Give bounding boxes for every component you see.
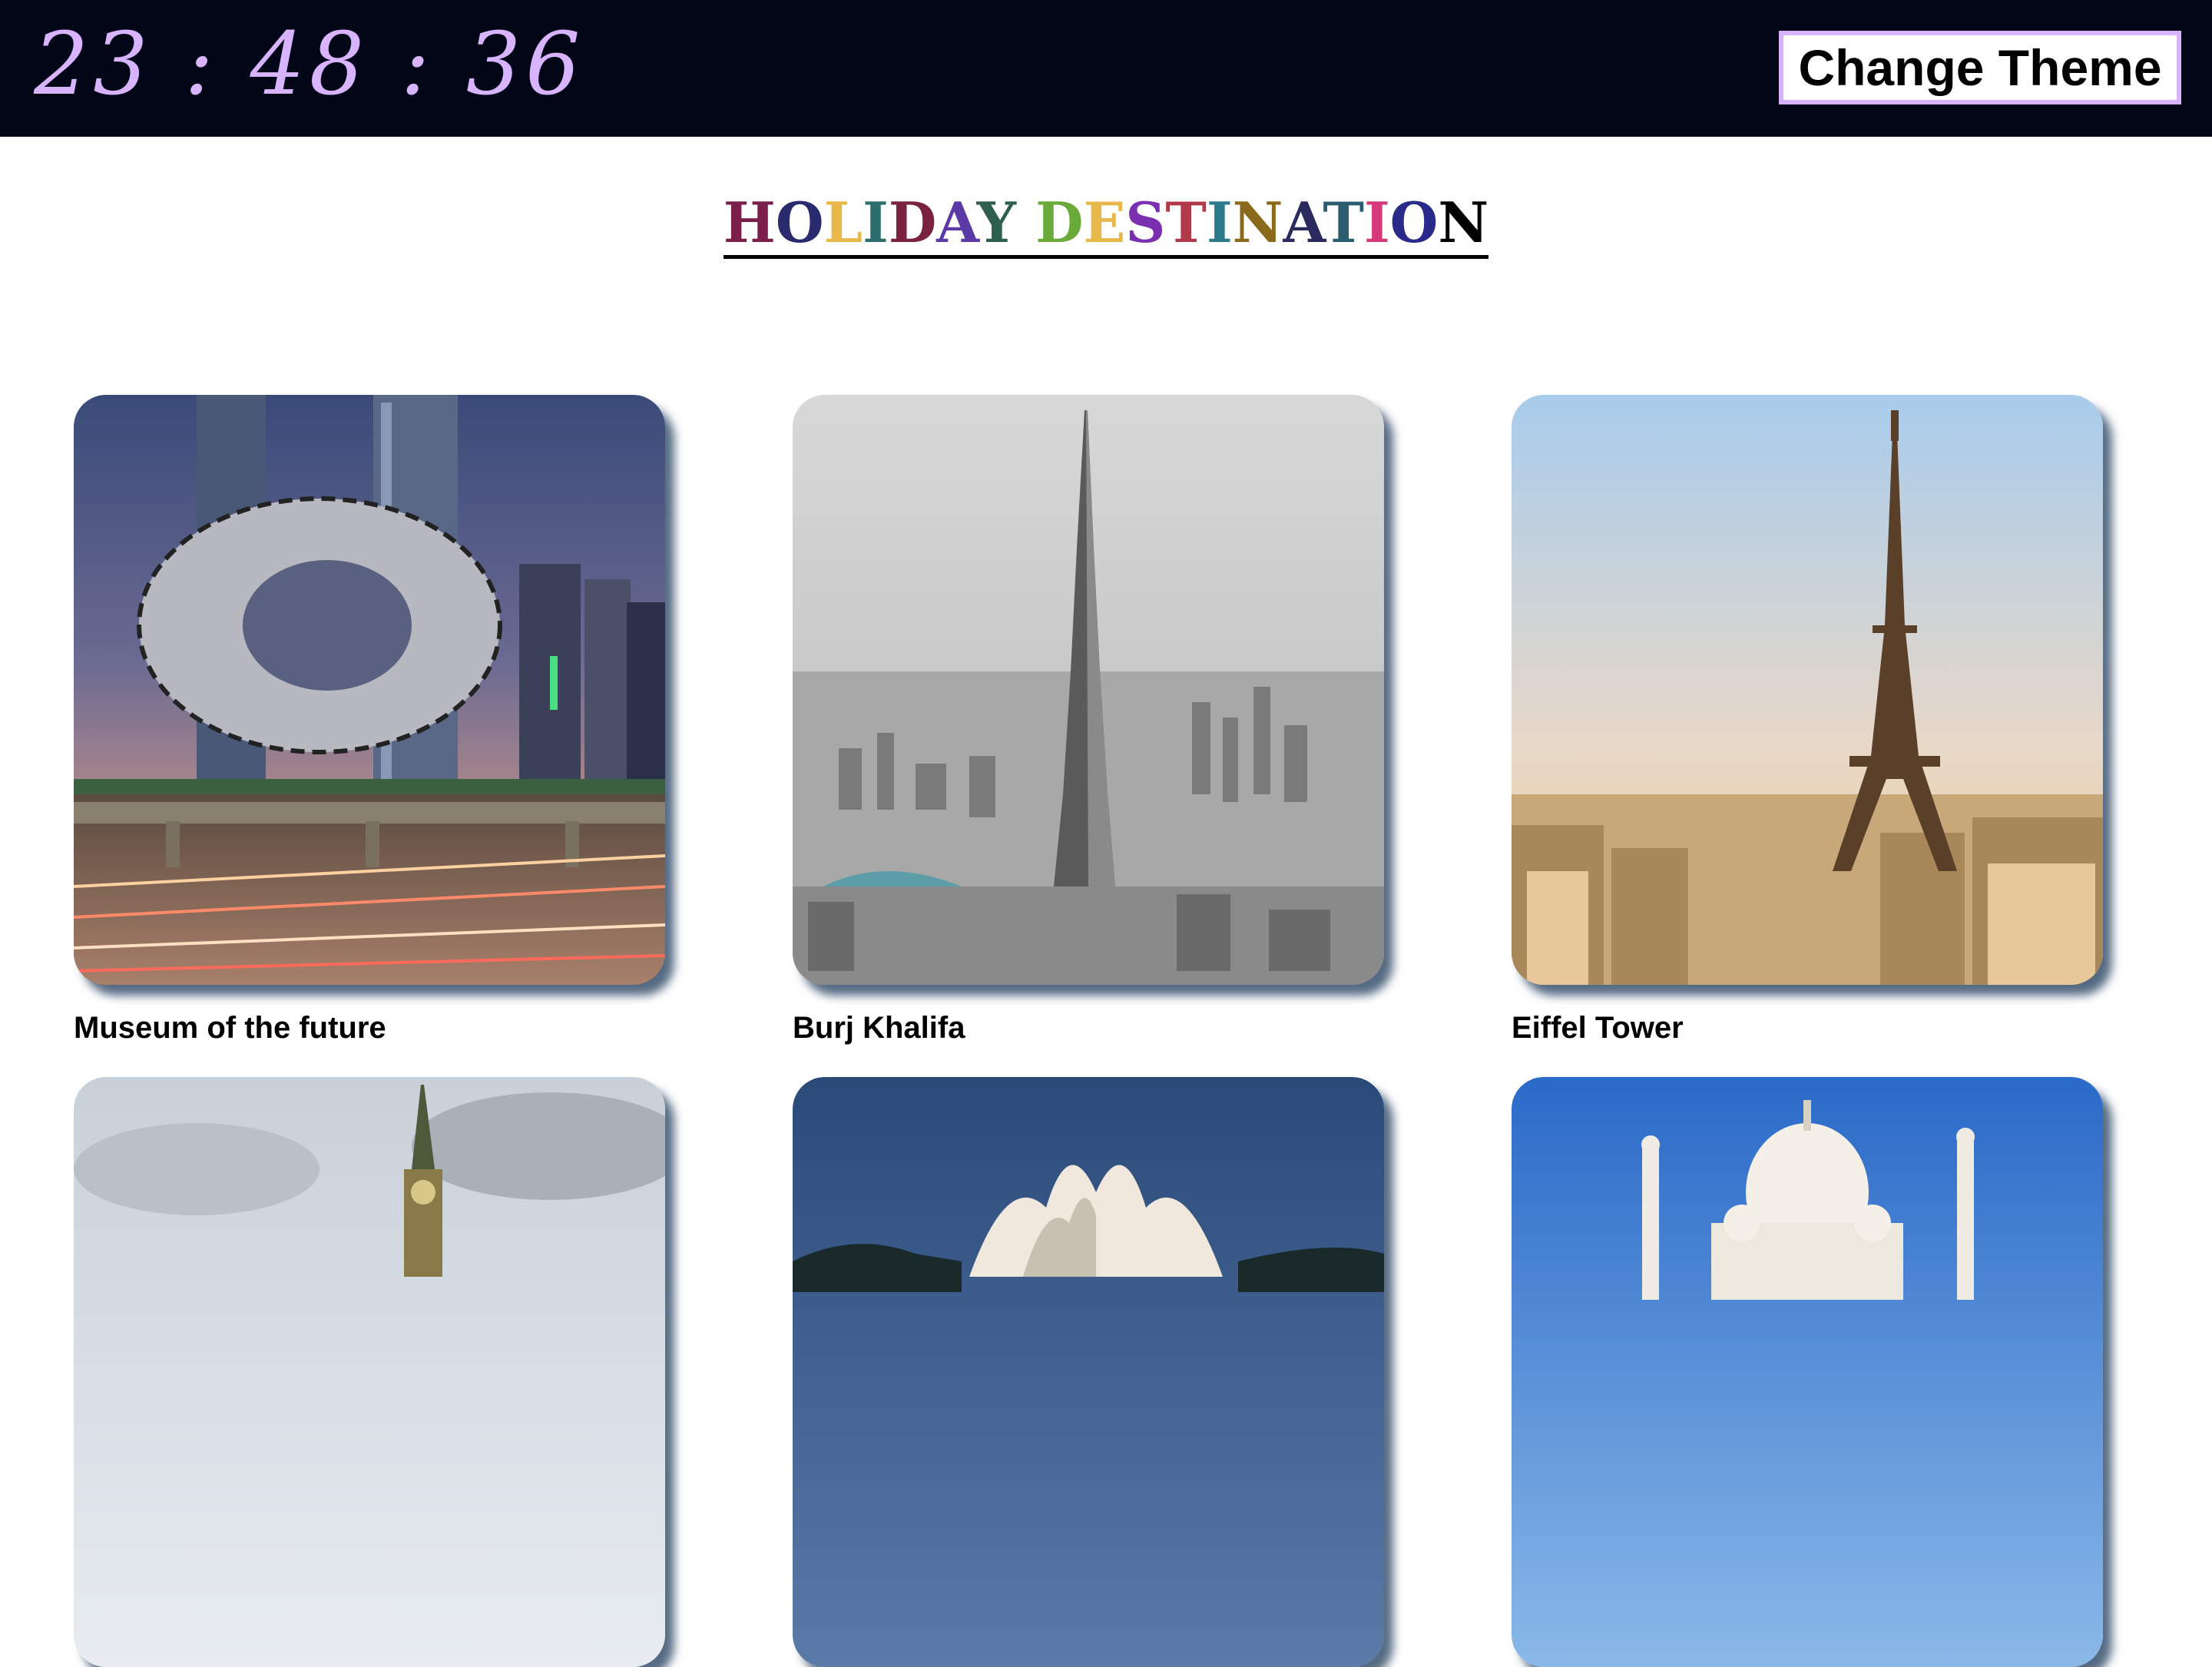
page-title-letter: I: [863, 190, 889, 255]
change-theme-button[interactable]: Change Theme: [1779, 31, 2181, 104]
page-title-letter: T: [1165, 190, 1207, 255]
destination-card[interactable]: Museum of the future: [74, 395, 665, 1046]
page-title-letter: Y: [976, 190, 1016, 255]
page-title-letter: D: [888, 190, 937, 255]
burj-khalifa-photo[interactable]: [793, 395, 1384, 985]
page-title-letter: I: [1206, 190, 1233, 255]
destination-card[interactable]: Eiffel Tower: [1512, 395, 2103, 1046]
page-title-letter: [1016, 190, 1035, 255]
lotus-temple-photo[interactable]: [793, 1077, 1384, 1667]
page-title-letter: S: [1125, 190, 1166, 255]
page-title-letter: T: [1323, 190, 1364, 255]
page-title-letter: A: [1283, 190, 1323, 255]
page-title-letter: D: [1035, 190, 1084, 255]
taj-mahal-photo[interactable]: [1512, 1077, 2103, 1667]
page-title-letter: N: [1232, 190, 1283, 255]
page-title: HOLIDAY DESTINATION: [0, 190, 2212, 259]
page-title-text: HOLIDAY DESTINATION: [723, 190, 1489, 259]
page-title-letter: N: [1438, 190, 1489, 255]
digital-clock: 23 : 48 : 36: [34, 15, 585, 114]
page-title-letter: H: [723, 190, 776, 255]
top-bar: 23 : 48 : 36 Change Theme: [0, 0, 2212, 137]
destination-name: Burj Khalifa: [793, 1011, 965, 1045]
destination-card[interactable]: [793, 1077, 1384, 1667]
destination-card[interactable]: Burj Khalifa: [793, 395, 1384, 1046]
eiffel-tower-photo[interactable]: [1512, 395, 2103, 985]
page-title-letter: I: [1363, 190, 1390, 255]
museum-of-the-future-photo[interactable]: [74, 395, 665, 985]
big-ben-photo[interactable]: [74, 1077, 665, 1667]
page-title-letter: L: [823, 190, 863, 255]
destination-card[interactable]: [1512, 1077, 2103, 1667]
page-title-letter: O: [1389, 190, 1439, 255]
page-title-letter: A: [936, 190, 977, 255]
destination-name: Museum of the future: [74, 1011, 386, 1045]
destination-card[interactable]: [74, 1077, 665, 1667]
page-title-letter: O: [775, 190, 824, 255]
destination-name: Eiffel Tower: [1512, 1011, 1684, 1045]
page-title-letter: E: [1083, 190, 1126, 255]
